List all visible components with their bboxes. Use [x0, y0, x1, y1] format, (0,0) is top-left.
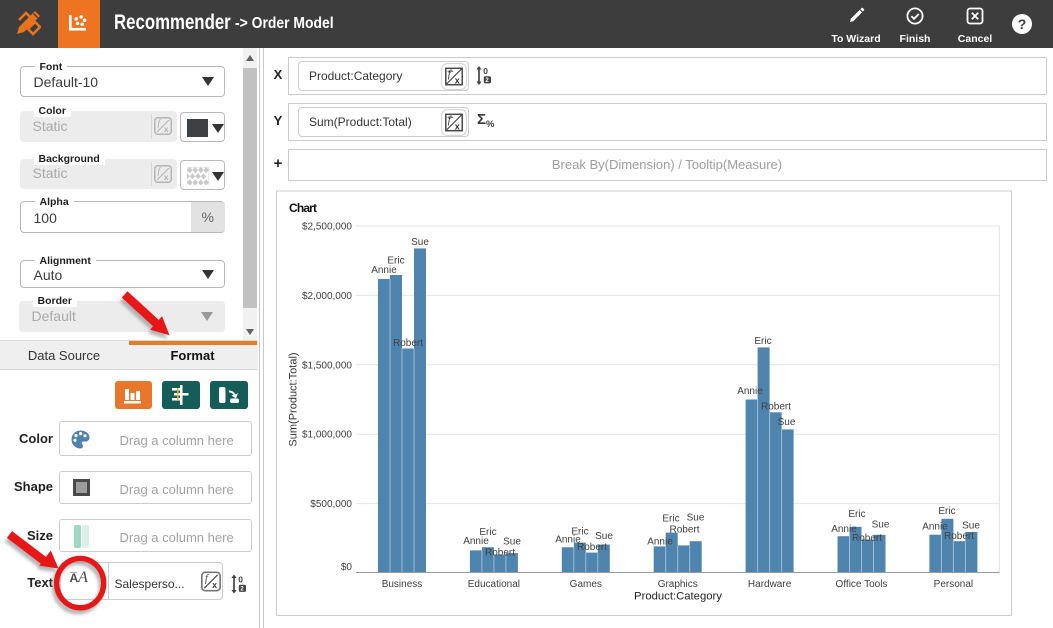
svg-text:Sue: Sue — [595, 531, 613, 542]
svg-text:Eric: Eric — [571, 527, 588, 538]
svg-text:Sum(Product:Total): Sum(Product:Total) — [288, 352, 300, 446]
svg-text:x: x — [164, 125, 169, 134]
svg-text:Product:Category: Product:Category — [634, 591, 722, 603]
svg-text:Business: Business — [382, 579, 423, 590]
svg-text:x: x — [164, 173, 169, 182]
svg-text:Annie: Annie — [555, 535, 581, 546]
svg-text:Annie: Annie — [831, 524, 857, 535]
svg-text:0: 0 — [238, 575, 243, 585]
svg-text:$1,000,000: $1,000,000 — [302, 430, 352, 441]
svg-text:Annie: Annie — [922, 522, 948, 533]
svg-text:Office Tools: Office Tools — [836, 579, 888, 590]
svg-text:Eric: Eric — [848, 509, 865, 520]
svg-text:Sue: Sue — [411, 237, 429, 248]
svg-text:Graphics: Graphics — [658, 579, 698, 590]
svg-text:Sue: Sue — [872, 519, 890, 530]
svg-text:x: x — [455, 75, 460, 85]
svg-text:$0: $0 — [341, 562, 353, 573]
svg-text:Robert: Robert — [393, 338, 423, 349]
svg-text:Sue: Sue — [687, 513, 705, 524]
svg-text:Eric: Eric — [662, 514, 679, 525]
svg-text:Sue: Sue — [503, 537, 521, 548]
svg-text:Annie: Annie — [371, 265, 397, 276]
svg-text:Sue: Sue — [778, 417, 796, 428]
svg-text:Robert: Robert — [485, 547, 515, 558]
svg-text:$2,000,000: $2,000,000 — [302, 291, 352, 302]
svg-text:Personal: Personal — [934, 579, 973, 590]
svg-text:0: 0 — [483, 66, 488, 76]
svg-text:Annie: Annie — [463, 536, 489, 547]
svg-text:Hardware: Hardware — [748, 579, 792, 590]
svg-text:Robert: Robert — [577, 542, 607, 553]
svg-text:Annie: Annie — [647, 537, 673, 548]
svg-text:Robert: Robert — [852, 533, 882, 544]
svg-text:Sue: Sue — [962, 520, 980, 531]
svg-text:Educational: Educational — [468, 579, 520, 590]
svg-text:$1,500,000: $1,500,000 — [302, 360, 352, 371]
svg-text:x: x — [212, 580, 217, 590]
svg-text:Annie: Annie — [737, 386, 763, 397]
svg-text:$2,500,000: $2,500,000 — [302, 222, 352, 233]
svg-text:Eric: Eric — [479, 527, 496, 538]
svg-text:Robert: Robert — [944, 531, 974, 542]
svg-text:x: x — [455, 121, 460, 131]
svg-text:Games: Games — [570, 579, 602, 590]
svg-text:$500,000: $500,000 — [310, 499, 352, 510]
svg-text:Robert: Robert — [669, 525, 699, 536]
svg-text:Eric: Eric — [387, 256, 404, 267]
svg-text:Eric: Eric — [938, 506, 955, 517]
svg-text:Chart: Chart — [289, 201, 317, 215]
svg-text:Robert: Robert — [761, 402, 791, 413]
svg-text:Eric: Eric — [754, 336, 771, 347]
